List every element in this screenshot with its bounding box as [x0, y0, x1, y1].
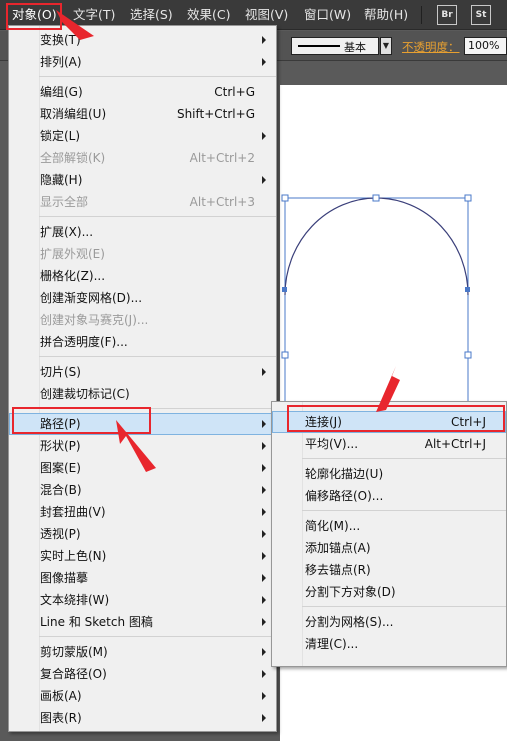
arrow-to-object-menu	[56, 10, 94, 40]
arrow-to-join-item	[376, 366, 400, 412]
arrow-to-path-item	[116, 420, 156, 472]
annotation-arrows	[56, 10, 400, 472]
